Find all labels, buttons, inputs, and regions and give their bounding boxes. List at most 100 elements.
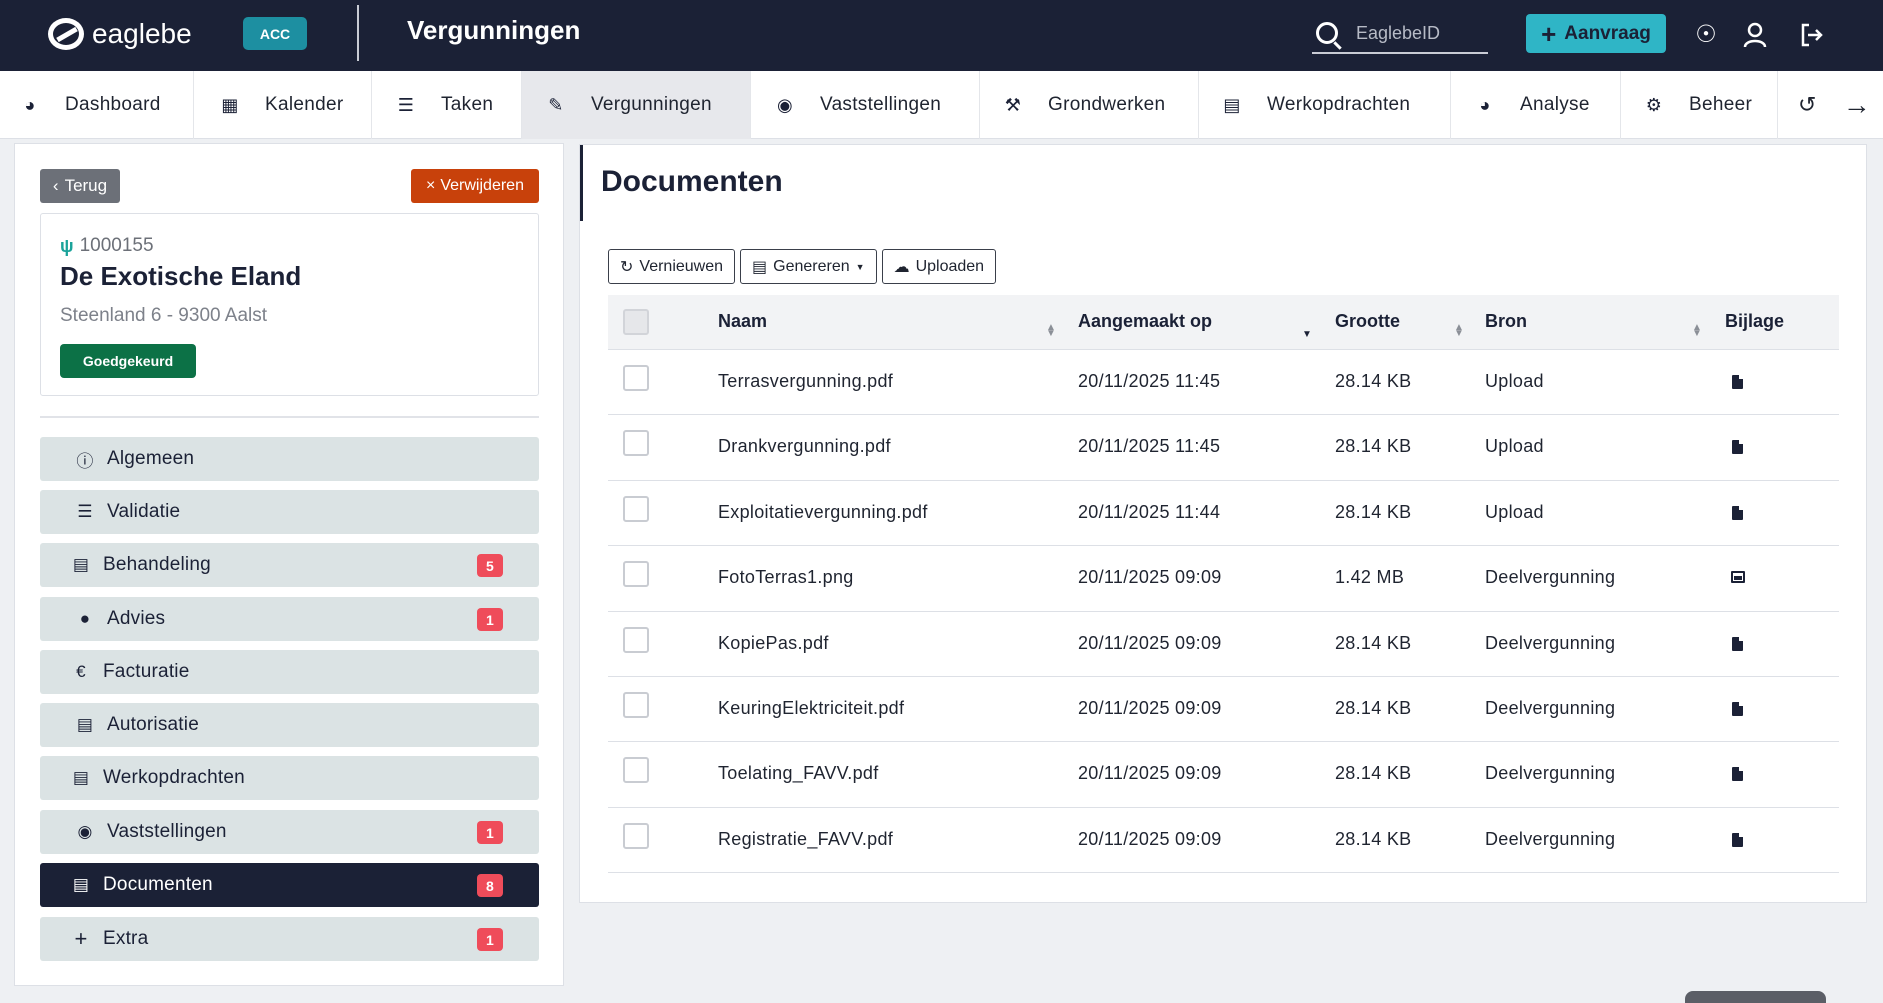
- nav-label: Dashboard: [65, 94, 161, 115]
- generate-button[interactable]: ▤ Genereren ▼: [740, 249, 877, 284]
- document-source: Deelvergunning: [1485, 567, 1616, 588]
- environment-badge: ACC: [243, 17, 307, 50]
- nav-item-kalender[interactable]: ▦ Kalender: [194, 71, 372, 139]
- document-name[interactable]: FotoTerras1.png: [718, 567, 854, 588]
- table-row[interactable]: KeuringElektriciteit.pdf 20/11/2025 09:0…: [608, 677, 1839, 743]
- table-row[interactable]: FotoTerras1.png 20/11/2025 09:09 1.42 MB…: [608, 546, 1839, 612]
- table-row[interactable]: Toelating_FAVV.pdf 20/11/2025 09:09 28.1…: [608, 742, 1839, 808]
- column-header-naam[interactable]: Naam: [718, 311, 767, 332]
- sort-icon[interactable]: ▲ ▼: [1692, 323, 1702, 339]
- image-icon[interactable]: [1731, 571, 1745, 584]
- file-icon[interactable]: [1732, 767, 1743, 782]
- menu-item-facturatie[interactable]: € Facturatie: [40, 650, 539, 694]
- nav-item-beheer[interactable]: ⚙ Beheer: [1621, 71, 1778, 139]
- menu-item-extra[interactable]: + Extra 1: [40, 917, 539, 961]
- gears-icon: ⚙: [1645, 94, 1663, 115]
- document-name[interactable]: Exploitatievergunning.pdf: [718, 502, 928, 523]
- file-icon[interactable]: [1732, 375, 1743, 389]
- row-checkbox[interactable]: [623, 691, 649, 718]
- documents-panel: Documenten ↻ Vernieuwen ▤ Genereren ▼ ☁ …: [579, 144, 1867, 903]
- menu-item-behandeling[interactable]: ▤ Behandeling 5: [40, 543, 539, 587]
- plus-icon: +: [1541, 18, 1557, 49]
- file-icon[interactable]: [1732, 701, 1743, 716]
- count-badge: 1: [477, 608, 503, 631]
- history-icon[interactable]: ↺: [1798, 92, 1817, 118]
- document-name[interactable]: Drankvergunning.pdf: [718, 436, 891, 457]
- select-all-checkbox[interactable]: [623, 309, 649, 335]
- new-request-button[interactable]: + Aanvraag: [1526, 14, 1666, 53]
- eaglebe-logo-icon: [48, 18, 84, 50]
- document-name[interactable]: Registratie_FAVV.pdf: [718, 829, 893, 850]
- sort-icon[interactable]: ▲ ▼: [1454, 323, 1464, 339]
- sort-desc-icon[interactable]: ▼: [1302, 330, 1312, 340]
- app-logo[interactable]: eaglebe: [48, 18, 192, 50]
- row-checkbox[interactable]: [623, 430, 649, 457]
- file-icon[interactable]: [1732, 636, 1743, 651]
- sort-icon[interactable]: ▲ ▼: [1046, 323, 1056, 339]
- table-row[interactable]: KopiePas.pdf 20/11/2025 09:09 28.14 KB D…: [608, 612, 1839, 677]
- nav-item-grondwerken[interactable]: ⚒ Grondwerken: [980, 71, 1199, 139]
- document-source: Upload: [1485, 501, 1544, 522]
- document-name[interactable]: Toelating_FAVV.pdf: [718, 763, 879, 784]
- row-checkbox[interactable]: [623, 495, 649, 522]
- menu-item-advies[interactable]: ● Advies 1: [40, 597, 539, 641]
- bottom-tab-handle[interactable]: [1685, 991, 1826, 1003]
- row-checkbox[interactable]: [623, 365, 649, 391]
- cloud-upload-icon: ☁: [893, 258, 910, 276]
- document-size: 28.14 KB: [1335, 501, 1412, 522]
- row-checkbox[interactable]: [623, 757, 649, 784]
- document-created: 20/11/2025 11:44: [1078, 501, 1221, 522]
- logo-text: eaglebe: [92, 18, 192, 49]
- logout-icon[interactable]: [1799, 22, 1825, 48]
- menu-item-autorisatie[interactable]: ▤ Autorisatie: [40, 703, 539, 747]
- search-input[interactable]: [1356, 22, 1476, 44]
- column-header-bron[interactable]: Bron: [1485, 311, 1527, 332]
- eye-icon: ◉: [77, 822, 93, 841]
- document-size: 28.14 KB: [1335, 697, 1412, 718]
- nav-item-taken[interactable]: ☰ Taken: [372, 71, 522, 139]
- menu-item-validatie[interactable]: ☰ Validatie: [40, 490, 539, 534]
- nav-item-analyse[interactable]: ◕ Analyse: [1451, 71, 1621, 139]
- menu-item-vaststellingen[interactable]: ◉ Vaststellingen 1: [40, 810, 539, 854]
- table-row[interactable]: Registratie_FAVV.pdf 20/11/2025 09:09 28…: [608, 808, 1839, 874]
- dossier-id-row: ψ 1000155: [60, 235, 154, 257]
- search-icon[interactable]: [1316, 22, 1338, 44]
- refresh-button[interactable]: ↻ Vernieuwen: [608, 249, 736, 284]
- delete-button[interactable]: × Verwijderen: [411, 169, 539, 203]
- column-header-grootte[interactable]: Grootte: [1335, 311, 1400, 332]
- main-navigation: ◕ Dashboard ▦ Kalender ☰ Taken ✎ Vergunn…: [0, 71, 1883, 139]
- back-button[interactable]: ‹ Terug: [40, 169, 120, 203]
- calendar-icon: ▦: [221, 94, 239, 115]
- column-header-aangemaakt[interactable]: Aangemaakt op: [1078, 311, 1212, 332]
- document-name[interactable]: KeuringElektriciteit.pdf: [718, 698, 904, 719]
- comments-icon: ●: [79, 609, 91, 628]
- file-icon[interactable]: [1732, 505, 1743, 520]
- nav-item-dashboard[interactable]: ◕ Dashboard: [0, 71, 194, 139]
- count-badge: 8: [477, 874, 503, 897]
- documents-table: Naam ▲ ▼ Aangemaakt op ▼ Grootte ▲ ▼ Bron …: [608, 295, 1839, 874]
- nav-item-vergunningen[interactable]: ✎ Vergunningen: [522, 71, 751, 139]
- document-source: Deelvergunning: [1485, 632, 1616, 653]
- table-row[interactable]: Terrasvergunning.pdf 20/11/2025 11:45 28…: [608, 350, 1839, 416]
- table-row[interactable]: Drankvergunning.pdf 20/11/2025 11:45 28.…: [608, 415, 1839, 481]
- row-checkbox[interactable]: [623, 822, 649, 849]
- nav-item-werkopdrachten[interactable]: ▤ Werkopdrachten: [1199, 71, 1451, 139]
- upload-button[interactable]: ☁ Uploaden: [881, 249, 997, 284]
- globe-icon[interactable]: ☉: [1693, 22, 1719, 48]
- menu-item-werkopdrachten[interactable]: ▤ Werkopdrachten: [40, 756, 539, 800]
- row-checkbox[interactable]: [623, 626, 649, 653]
- digging-icon: ⚒: [1004, 94, 1022, 115]
- arrow-right-icon[interactable]: →: [1843, 89, 1871, 121]
- menu-item-documenten[interactable]: ▤ Documenten 8: [40, 863, 539, 907]
- file-icon[interactable]: [1732, 440, 1743, 455]
- file-icon[interactable]: [1732, 832, 1743, 847]
- row-checkbox[interactable]: [623, 561, 649, 588]
- count-badge: 5: [477, 554, 503, 577]
- table-row[interactable]: Exploitatievergunning.pdf 20/11/2025 11:…: [608, 481, 1839, 547]
- file-icon: ▤: [72, 768, 90, 787]
- menu-item-algemeen[interactable]: ⓘ Algemeen: [40, 437, 539, 481]
- document-name[interactable]: KopiePas.pdf: [718, 633, 829, 654]
- nav-item-vaststellingen[interactable]: ◉ Vaststellingen: [751, 71, 980, 139]
- document-name[interactable]: Terrasvergunning.pdf: [718, 371, 893, 392]
- user-icon[interactable]: [1742, 22, 1768, 48]
